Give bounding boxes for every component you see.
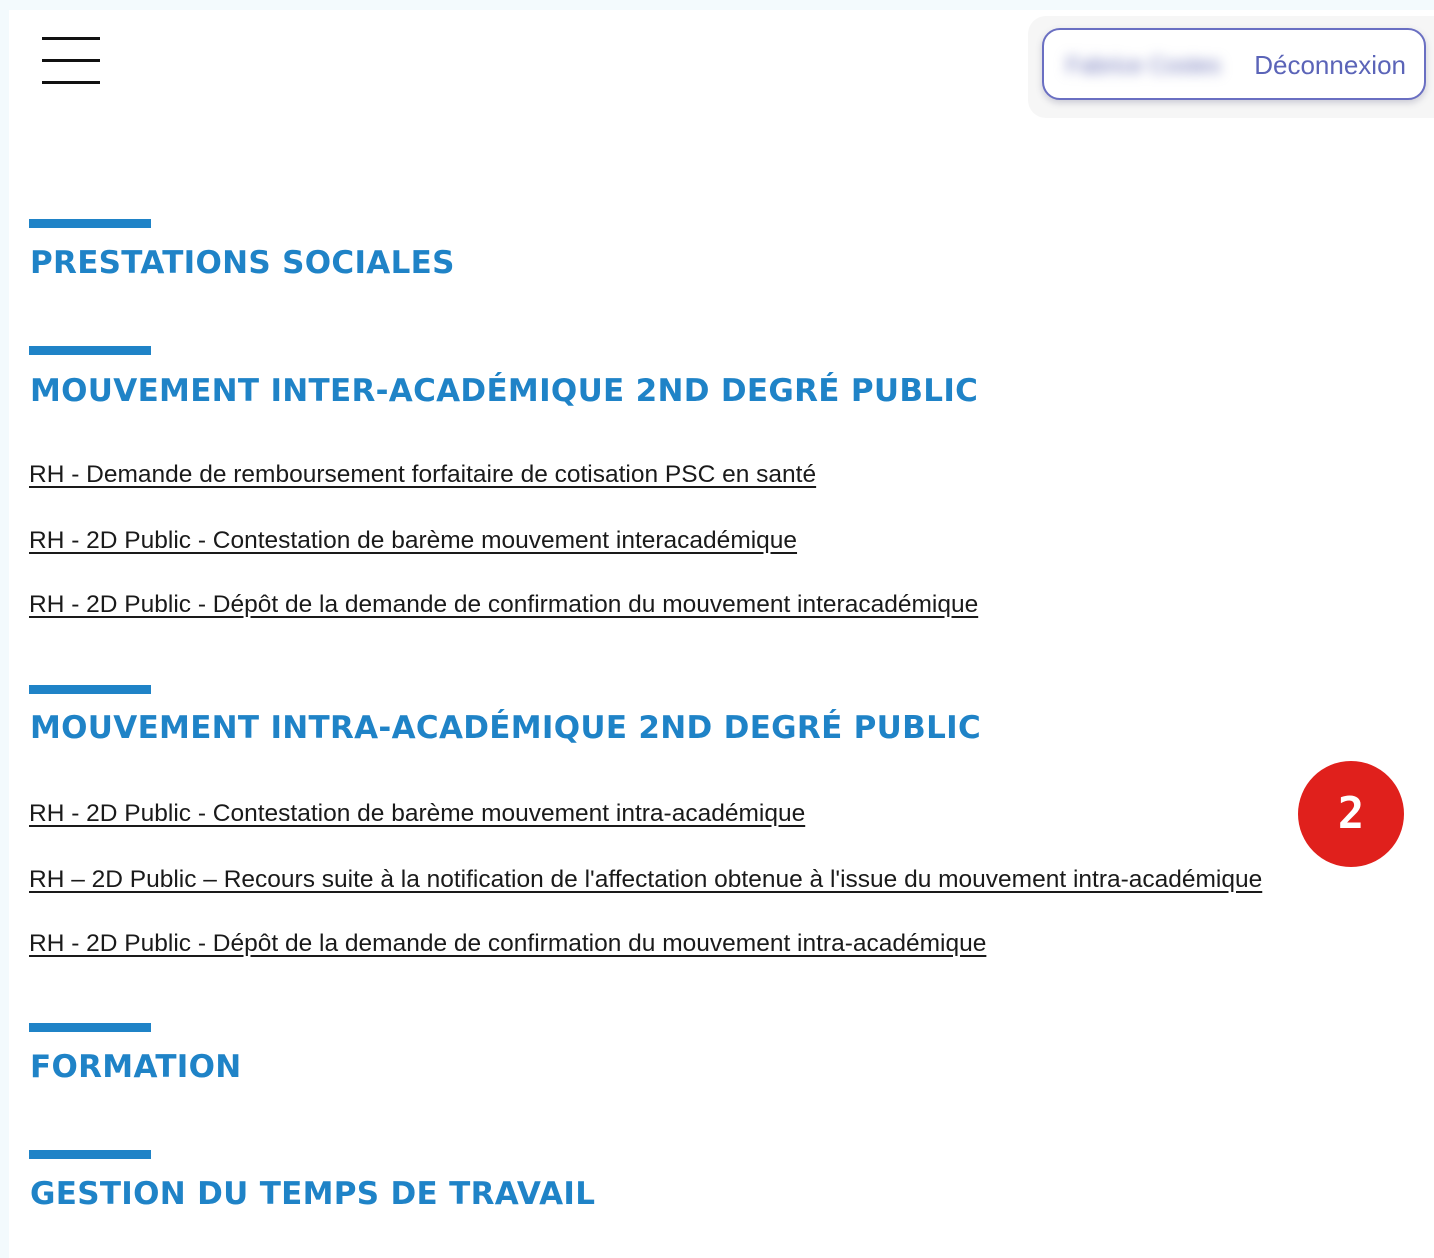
- link-contestation-bareme-intra[interactable]: RH - 2D Public - Contestation de barème …: [29, 800, 805, 828]
- user-name: Fabrice Costes: [1066, 52, 1221, 78]
- section-title-formation: FORMATION: [30, 1049, 242, 1085]
- section-accent-bar: [29, 1150, 151, 1159]
- link-remboursement-psc[interactable]: RH - Demande de remboursement forfaitair…: [29, 461, 816, 489]
- link-recours-affectation-intra[interactable]: RH – 2D Public – Recours suite à la noti…: [29, 866, 1262, 894]
- menu-button[interactable]: [42, 37, 100, 85]
- hamburger-icon: [42, 81, 100, 84]
- link-contestation-bareme-inter[interactable]: RH - 2D Public - Contestation de barème …: [29, 527, 797, 555]
- logout-button[interactable]: Fabrice Costes Déconnexion: [1042, 28, 1426, 100]
- section-accent-bar: [29, 685, 151, 694]
- section-title-gestion-temps-travail: GESTION DU TEMPS DE TRAVAIL: [30, 1176, 596, 1212]
- section-accent-bar: [29, 346, 151, 355]
- step-number-badge: 2: [1298, 761, 1404, 867]
- section-title-mouvement-intra: MOUVEMENT INTRA-ACADÉMIQUE 2ND DEGRÉ PUB…: [30, 710, 982, 746]
- section-title-prestations-sociales: PRESTATIONS SOCIALES: [30, 245, 455, 281]
- hamburger-icon: [42, 37, 100, 40]
- logout-label: Déconnexion: [1254, 50, 1406, 80]
- section-title-mouvement-inter: MOUVEMENT INTER-ACADÉMIQUE 2ND DEGRÉ PUB…: [30, 373, 979, 409]
- link-confirmation-inter[interactable]: RH - 2D Public - Dépôt de la demande de …: [29, 591, 978, 619]
- section-accent-bar: [29, 1023, 151, 1032]
- hamburger-icon: [42, 59, 100, 62]
- section-accent-bar: [29, 219, 151, 228]
- link-confirmation-intra[interactable]: RH - 2D Public - Dépôt de la demande de …: [29, 930, 986, 958]
